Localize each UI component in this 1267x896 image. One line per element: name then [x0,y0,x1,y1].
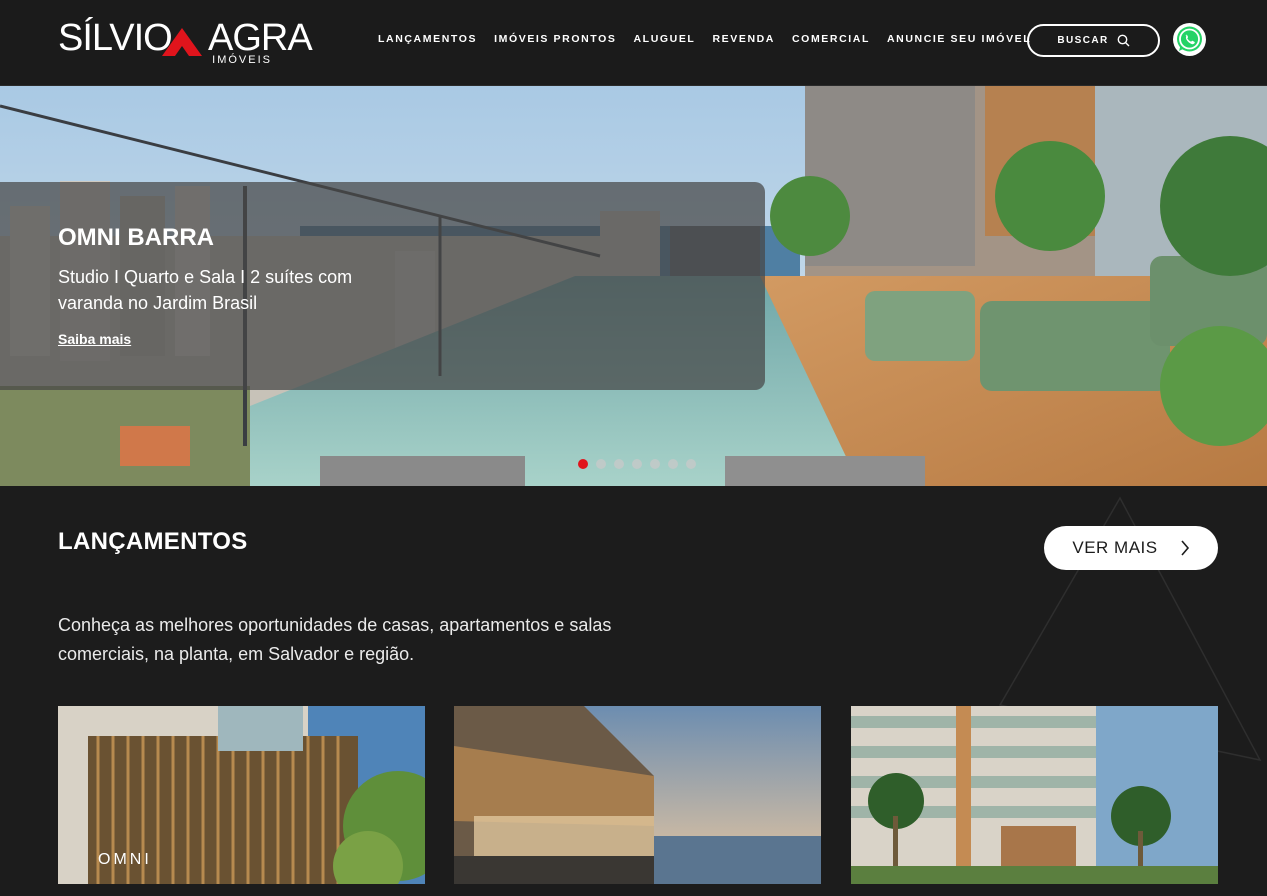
search-icon [1117,34,1130,47]
property-card-2[interactable] [454,706,821,884]
logo-subtitle: IMÓVEIS [212,54,272,66]
carousel-dot-7[interactable] [686,459,696,469]
property-card-1[interactable]: OMNI [58,706,425,884]
chevron-right-icon [1181,540,1189,556]
section-title: LANÇAMENTOS [58,528,248,555]
hero-title: OMNI BARRA [58,224,214,251]
property-image-3 [851,706,1218,884]
ver-mais-button[interactable]: VER MAIS [1044,526,1218,570]
site-header: SÍLVIO AGRA IMÓVEIS LANÇAMENTOS IMÓVEIS … [0,0,1267,86]
logo[interactable]: SÍLVIO AGRA IMÓVEIS [58,16,313,72]
logo-text-left: SÍLVIO [58,17,173,59]
ver-mais-label: VER MAIS [1072,538,1158,557]
main-nav: LANÇAMENTOS IMÓVEIS PRONTOS ALUGUEL REVE… [378,33,1048,47]
card-logo-text-1: OMNI [98,851,152,868]
hero-subtitle: Studio I Quarto e Sala I 2 suítes com va… [58,267,353,313]
carousel-dots [578,459,696,469]
carousel-dot-2[interactable] [596,459,606,469]
search-button-label: BUSCAR [1057,35,1109,46]
whatsapp-icon [1173,23,1206,56]
carousel-dot-6[interactable] [668,459,678,469]
carousel-dot-1[interactable] [578,459,588,469]
logo-triangle-icon [162,28,202,56]
carousel-dot-5[interactable] [650,459,660,469]
nav-lancamentos[interactable]: LANÇAMENTOS [378,33,477,47]
carousel-dot-4[interactable] [632,459,642,469]
hero-saiba-mais-link[interactable]: Saiba mais [58,331,131,347]
search-button[interactable]: BUSCAR [1027,24,1160,57]
section-description: Conheça as melhores oportunidades de cas… [58,615,612,664]
nav-revenda[interactable]: REVENDA [712,33,775,47]
nav-imoveis-prontos[interactable]: IMÓVEIS PRONTOS [494,33,616,47]
hero-banner: OMNI BARRA Studio I Quarto e Sala I 2 su… [0,86,1267,486]
nav-aluguel[interactable]: ALUGUEL [634,33,696,47]
nav-anuncie[interactable]: ANUNCIE SEU IMÓVEL [887,33,1031,47]
property-image-2 [454,706,821,884]
nav-comercial[interactable]: COMERCIAL [792,33,870,47]
carousel-dot-3[interactable] [614,459,624,469]
property-card-3[interactable] [851,706,1218,884]
whatsapp-button[interactable] [1173,23,1206,56]
